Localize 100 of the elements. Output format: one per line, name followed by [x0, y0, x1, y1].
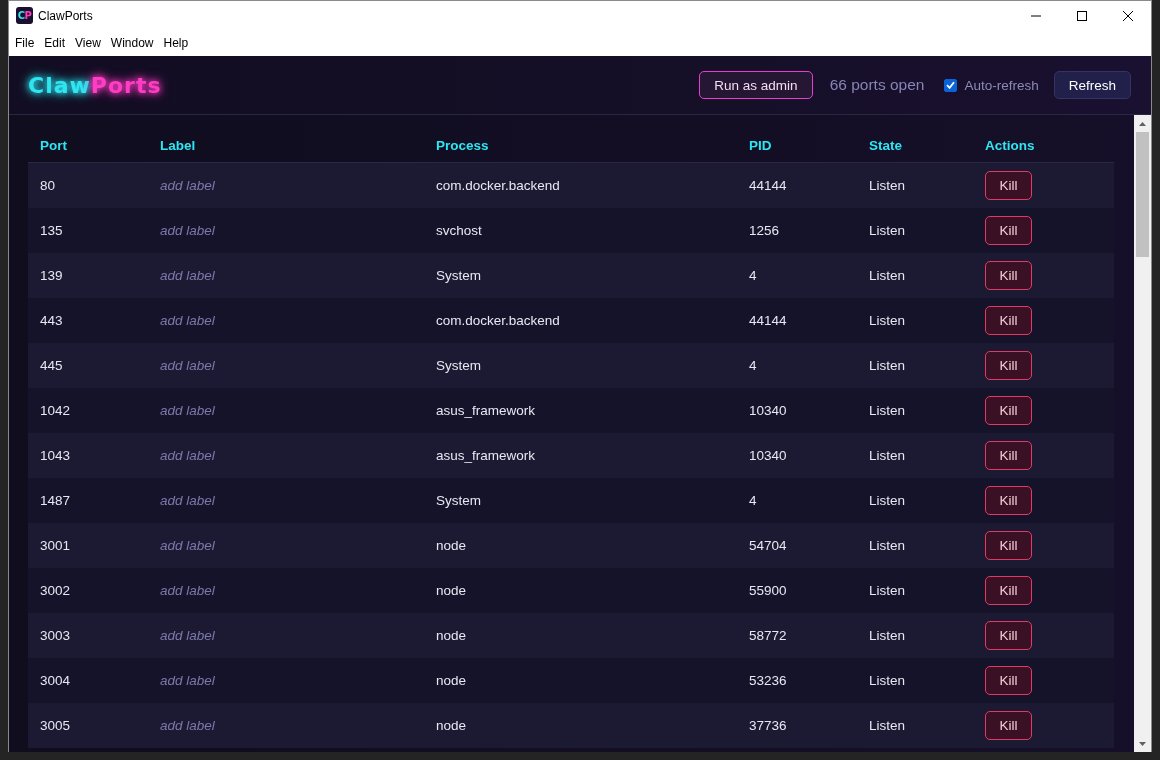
port-cell: 80 — [40, 178, 56, 193]
state-cell: Listen — [869, 628, 906, 643]
label-field[interactable]: add label — [160, 175, 310, 196]
label-field[interactable]: add label — [160, 625, 310, 646]
process-cell: asus_framework — [436, 403, 536, 418]
state-cell: Listen — [869, 493, 906, 508]
column-header: Port — [40, 138, 67, 153]
kill-button[interactable]: Kill — [985, 486, 1032, 515]
state-cell: Listen — [869, 718, 906, 733]
port-cell: 1042 — [40, 403, 71, 418]
scroll-up-icon — [1139, 121, 1146, 126]
menu-item[interactable]: File — [10, 34, 40, 52]
refresh-button[interactable]: Refresh — [1053, 71, 1131, 99]
label-field[interactable]: add label — [160, 580, 310, 601]
port-cell: 3002 — [40, 583, 71, 598]
pid-cell: 10340 — [749, 448, 787, 463]
pid-cell: 44144 — [749, 313, 787, 328]
scroll-down-icon — [1139, 741, 1146, 746]
label-field[interactable]: add label — [160, 220, 310, 241]
port-cell: 443 — [40, 313, 63, 328]
pid-cell: 53236 — [749, 673, 787, 688]
process-cell: System — [436, 493, 481, 508]
maximize-icon — [1077, 10, 1087, 21]
kill-button[interactable]: Kill — [985, 666, 1032, 695]
port-cell: 3001 — [40, 538, 71, 553]
checkmark-icon — [946, 81, 956, 89]
pid-cell: 4 — [749, 358, 757, 373]
state-cell: Listen — [869, 673, 906, 688]
state-cell: Listen — [869, 313, 906, 328]
auto-refresh-checkbox[interactable] — [944, 78, 958, 92]
auto-refresh-label: Auto-refresh — [964, 77, 1039, 93]
process-cell: svchost — [436, 223, 482, 238]
pid-cell: 44144 — [749, 178, 787, 193]
scrollbar-thumb[interactable] — [1136, 132, 1149, 257]
process-cell: com.docker.backend — [436, 313, 560, 328]
kill-button[interactable]: Kill — [985, 216, 1032, 245]
process-cell: com.docker.backend — [436, 178, 560, 193]
process-cell: node — [436, 628, 467, 643]
pid-cell: 10340 — [749, 403, 787, 418]
pid-cell: 4 — [749, 268, 757, 283]
label-field[interactable]: add label — [160, 715, 310, 736]
column-header: Process — [436, 138, 489, 153]
column-header: State — [869, 138, 902, 153]
state-cell: Listen — [869, 358, 906, 373]
kill-button[interactable]: Kill — [985, 306, 1032, 335]
kill-button[interactable]: Kill — [985, 576, 1032, 605]
state-cell: Listen — [869, 223, 906, 238]
column-header: Actions — [985, 138, 1035, 153]
state-cell: Listen — [869, 178, 906, 193]
column-header: PID — [749, 138, 772, 153]
process-cell: node — [436, 538, 467, 553]
state-cell: Listen — [869, 448, 906, 463]
menu-item[interactable]: Edit — [39, 34, 71, 52]
port-cell: 1487 — [40, 493, 71, 508]
kill-button[interactable]: Kill — [985, 621, 1032, 650]
state-cell: Listen — [869, 538, 906, 553]
kill-button[interactable]: Kill — [985, 441, 1032, 470]
port-cell: 3005 — [40, 718, 71, 733]
kill-button[interactable]: Kill — [985, 171, 1032, 200]
label-field[interactable]: add label — [160, 535, 310, 556]
label-field[interactable]: add label — [160, 310, 310, 331]
close-icon — [1123, 10, 1133, 21]
pid-cell: 1256 — [749, 223, 780, 238]
port-cell: 135 — [40, 223, 63, 238]
scrollbar[interactable] — [1134, 115, 1151, 752]
kill-button[interactable]: Kill — [985, 351, 1032, 380]
kill-button[interactable]: Kill — [985, 261, 1032, 290]
process-cell: node — [436, 718, 467, 733]
run-as-admin-button[interactable]: Run as admin — [699, 71, 813, 99]
label-field[interactable]: add label — [160, 670, 310, 691]
process-cell: System — [436, 358, 481, 373]
kill-button[interactable]: Kill — [985, 711, 1032, 740]
process-cell: node — [436, 673, 467, 688]
column-header: Label — [160, 138, 196, 153]
menu-item[interactable]: Window — [105, 34, 159, 52]
port-cell: 139 — [40, 268, 63, 283]
pid-cell: 58772 — [749, 628, 787, 643]
port-count-text: 66 ports open — [829, 76, 925, 94]
pid-cell: 37736 — [749, 718, 787, 733]
label-field[interactable]: add label — [160, 445, 310, 466]
process-cell: node — [436, 583, 467, 598]
port-cell: 1043 — [40, 448, 71, 463]
process-cell: System — [436, 268, 481, 283]
menu-item[interactable]: Help — [158, 34, 194, 52]
pid-cell: 55900 — [749, 583, 787, 598]
label-field[interactable]: add label — [160, 490, 310, 511]
app-logo: ClawPorts — [28, 72, 162, 98]
state-cell: Listen — [869, 583, 906, 598]
state-cell: Listen — [869, 268, 906, 283]
kill-button[interactable]: Kill — [985, 396, 1032, 425]
label-field[interactable]: add label — [160, 400, 310, 421]
kill-button[interactable]: Kill — [985, 531, 1032, 560]
port-cell: 445 — [40, 358, 63, 373]
label-field[interactable]: add label — [160, 355, 310, 376]
pid-cell: 4 — [749, 493, 757, 508]
port-cell: 3003 — [40, 628, 71, 643]
menu-item[interactable]: View — [70, 34, 106, 52]
window-title: ClawPorts — [38, 8, 93, 23]
port-cell: 3004 — [40, 673, 71, 688]
label-field[interactable]: add label — [160, 265, 310, 286]
